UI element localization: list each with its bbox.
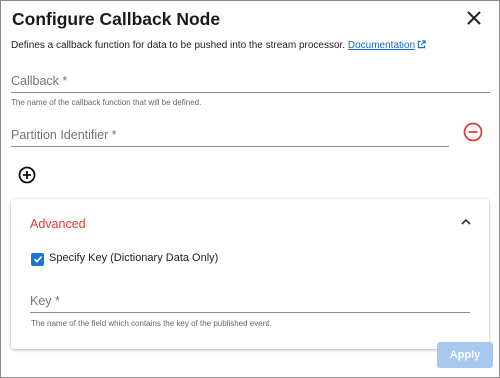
key-field-label: Key * bbox=[30, 294, 60, 308]
callback-field-label: Callback * bbox=[11, 74, 68, 88]
close-button[interactable] bbox=[464, 10, 484, 30]
description-text: Defines a callback function for data to … bbox=[11, 40, 346, 51]
collapse-advanced-button[interactable] bbox=[459, 215, 473, 229]
documentation-link[interactable]: Documentation bbox=[348, 40, 415, 51]
minus-circle-icon bbox=[462, 122, 484, 147]
dialog-title: Configure Callback Node bbox=[12, 9, 221, 29]
remove-partition-button[interactable] bbox=[462, 121, 484, 143]
configure-callback-dialog: Configure Callback Node Defines a callba… bbox=[0, 0, 500, 378]
specify-key-label: Specify Key (Dictionary Data Only) bbox=[49, 252, 219, 264]
check-icon bbox=[33, 251, 43, 269]
close-icon bbox=[467, 11, 481, 30]
plus-circle-icon bbox=[17, 166, 37, 189]
advanced-panel: Advanced Specify Key (Dictionary Data On… bbox=[11, 199, 489, 349]
external-link-icon bbox=[417, 40, 426, 52]
callback-field[interactable]: Callback * bbox=[11, 71, 490, 93]
key-field[interactable]: Key * bbox=[30, 291, 470, 313]
add-partition-button[interactable] bbox=[17, 165, 37, 185]
callback-helper-text: The name of the callback function that w… bbox=[11, 98, 202, 107]
chevron-up-icon bbox=[459, 216, 473, 233]
advanced-panel-title[interactable]: Advanced bbox=[30, 217, 86, 231]
dialog-description: Defines a callback function for data to … bbox=[11, 40, 496, 52]
specify-key-checkbox[interactable] bbox=[31, 253, 44, 266]
partition-identifier-label: Partition Identifier * bbox=[11, 128, 117, 142]
partition-identifier-field[interactable]: Partition Identifier * bbox=[11, 125, 449, 147]
key-helper-text: The name of the field which contains the… bbox=[31, 319, 272, 328]
apply-button[interactable]: Apply bbox=[437, 342, 493, 368]
